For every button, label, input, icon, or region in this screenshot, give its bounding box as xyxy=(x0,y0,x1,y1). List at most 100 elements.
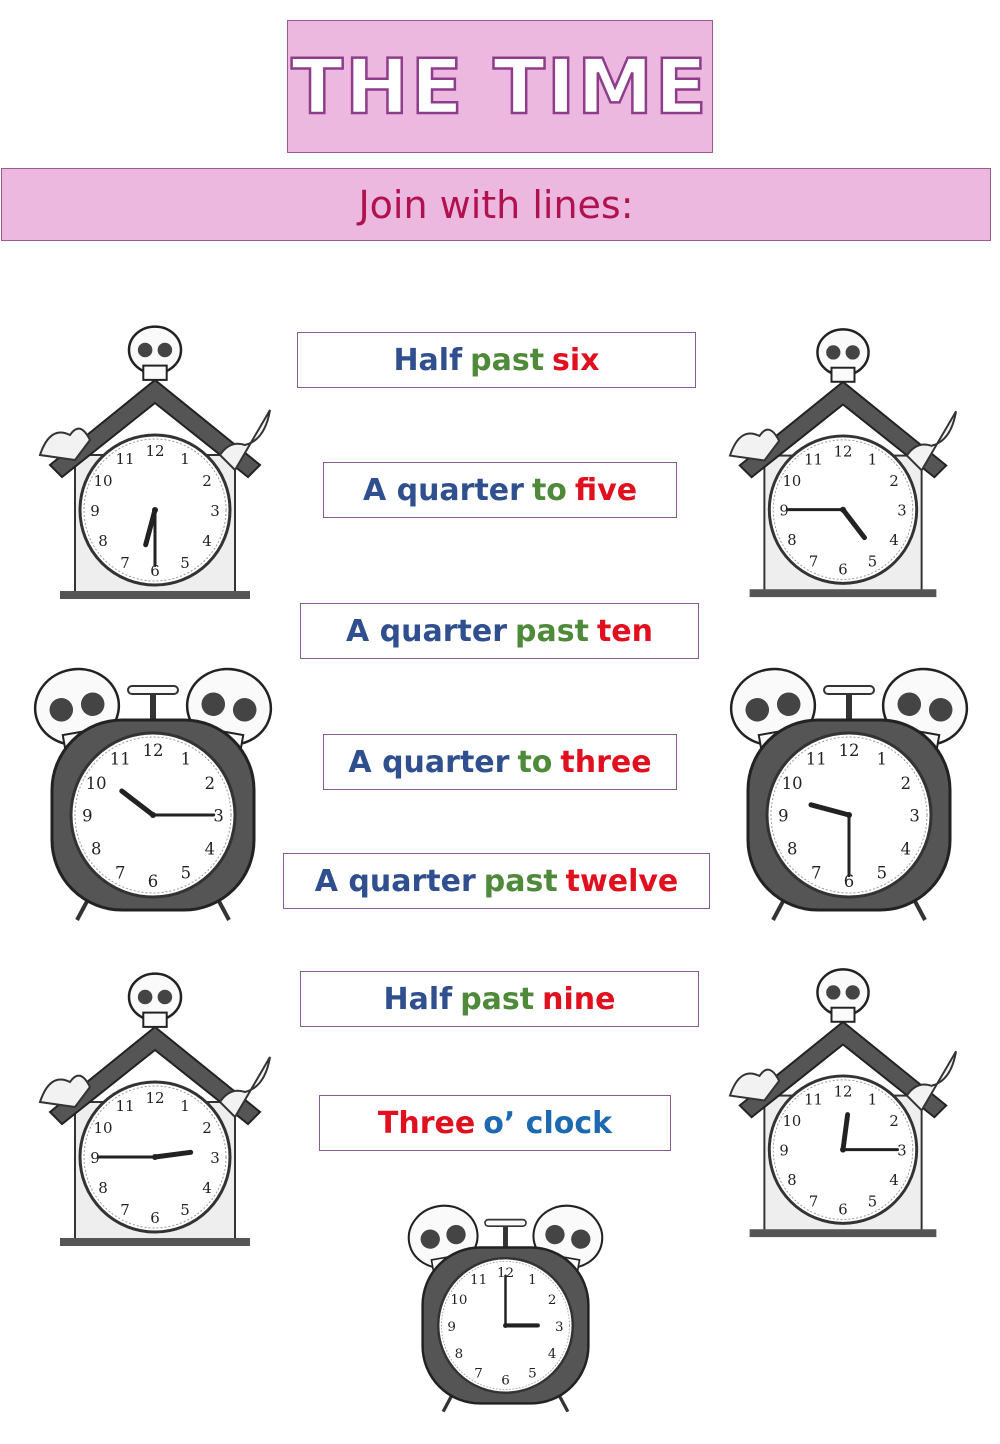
alarm-clock[interactable]: 12 1 2 3 4 5 6 7 8 9 10 11 xyxy=(718,652,980,922)
title-banner: THE TIME xyxy=(287,20,713,153)
dial-number: 6 xyxy=(148,872,158,891)
dial-number: 10 xyxy=(782,774,803,793)
dial-number: 6 xyxy=(838,562,847,579)
label-word: Half xyxy=(393,342,463,378)
dial-number: 5 xyxy=(181,863,191,882)
alarm-clock[interactable]: 12 1 2 3 4 5 6 7 8 9 10 11 xyxy=(398,1185,613,1420)
dial-number: 4 xyxy=(889,1172,898,1189)
dial-number: 11 xyxy=(804,1091,823,1108)
dial-number: 10 xyxy=(783,1113,802,1130)
label-word: to xyxy=(517,744,553,780)
skull-icon xyxy=(816,968,870,1023)
dial-number: 7 xyxy=(809,554,818,571)
dial-number: 4 xyxy=(202,1179,212,1197)
dial-number: 5 xyxy=(868,1194,877,1211)
dial-number: 1 xyxy=(181,750,191,769)
dial-number: 3 xyxy=(897,1143,906,1160)
dial-number: 1 xyxy=(868,451,877,468)
clock-drawing: 12 12 3 45 6 78 9 1011 xyxy=(728,328,957,598)
clock-base xyxy=(60,1238,250,1246)
dial-number: 12 xyxy=(839,741,860,760)
dial-number: 8 xyxy=(787,1172,796,1189)
dial-number: 4 xyxy=(889,532,898,549)
dial-number: 9 xyxy=(90,1149,100,1167)
dial-number: 6 xyxy=(838,1202,847,1219)
time-label[interactable]: A quarter to three xyxy=(323,734,677,790)
dial-number: 3 xyxy=(210,1149,220,1167)
dial-number: 4 xyxy=(901,839,911,858)
dial-number: 8 xyxy=(455,1347,464,1362)
dial-number: 3 xyxy=(897,503,906,520)
dial-number: 12 xyxy=(143,741,164,760)
dial-number: 10 xyxy=(93,1119,112,1137)
label-word: o’ clock xyxy=(483,1105,613,1141)
label-word: A quarter xyxy=(346,613,508,649)
dial-number: 5 xyxy=(868,554,877,571)
dial-number: 2 xyxy=(889,473,898,490)
dial-number: 11 xyxy=(470,1273,487,1288)
dial-number: 5 xyxy=(528,1366,537,1381)
label-word: Three xyxy=(377,1105,476,1141)
dial-number: 4 xyxy=(205,839,215,858)
dial-number: 2 xyxy=(889,1113,898,1130)
dial-number: 11 xyxy=(115,450,134,468)
dial-number: 7 xyxy=(474,1366,483,1381)
time-label[interactable]: A quarter to five xyxy=(323,462,677,518)
time-label[interactable]: A quarter past ten xyxy=(300,603,699,659)
dial-number: 4 xyxy=(202,532,212,550)
label-word: A quarter xyxy=(314,863,476,899)
dial-number: 12 xyxy=(834,1084,853,1101)
cuckoo-clock[interactable]: 12 1 2 3 4 5 6 7 8 9 10 11 xyxy=(718,318,968,603)
label-word: to xyxy=(531,472,567,508)
time-label[interactable]: A quarter past twelve xyxy=(283,853,710,909)
skull-icon xyxy=(816,328,870,383)
dial-number: 9 xyxy=(447,1320,456,1335)
label-word: Half xyxy=(383,981,453,1017)
label-word: A quarter xyxy=(362,472,524,508)
dial-number: 8 xyxy=(98,532,108,550)
dial-number: 2 xyxy=(202,472,212,490)
dial-number: 3 xyxy=(210,502,220,520)
dial-number: 6 xyxy=(150,1209,160,1227)
label-word: A quarter xyxy=(348,744,510,780)
label-word: twelve xyxy=(565,863,679,899)
dial-number: 1 xyxy=(528,1273,537,1288)
dial-number: 2 xyxy=(205,774,215,793)
dial-number: 11 xyxy=(115,1097,134,1115)
skull-icon xyxy=(127,972,183,1028)
dial-number: 7 xyxy=(120,1201,130,1219)
label-word: nine xyxy=(542,981,616,1017)
dial-number: 2 xyxy=(548,1293,557,1308)
label-word: six xyxy=(552,342,600,378)
dial-number: 2 xyxy=(202,1119,212,1137)
dial-number: 11 xyxy=(804,451,823,468)
dial-number: 8 xyxy=(787,532,796,549)
dial-number: 9 xyxy=(90,502,100,520)
dial-number: 10 xyxy=(783,473,802,490)
dial-number: 3 xyxy=(909,807,919,826)
dial-number: 2 xyxy=(901,774,911,793)
cuckoo-clock[interactable]: 12 1 2 3 4 5 6 7 8 9 10 11 xyxy=(30,962,280,1252)
dial-number: 9 xyxy=(82,807,92,826)
dial-number: 10 xyxy=(93,472,112,490)
dial-number: 5 xyxy=(877,863,887,882)
instruction-text: Join with lines: xyxy=(358,182,634,227)
dial-number: 10 xyxy=(86,774,107,793)
time-label[interactable]: Half past nine xyxy=(300,971,699,1027)
label-word: three xyxy=(560,744,652,780)
dial-number: 9 xyxy=(779,1143,788,1160)
cuckoo-clock[interactable]: 12 1 2 3 4 5 6 7 8 9 10 11 xyxy=(718,958,968,1243)
dial-number: 3 xyxy=(555,1320,564,1335)
label-word: ten xyxy=(596,613,653,649)
cuckoo-clock[interactable]: 12 1 2 3 4 5 6 7 8 9 10 11 xyxy=(30,315,280,605)
dial-number: 7 xyxy=(811,863,821,882)
clock-drawing: 12 12 3 45 6 78 9 1011 xyxy=(33,667,273,921)
dial-number: 3 xyxy=(213,807,223,826)
instruction-banner: Join with lines: xyxy=(1,168,991,241)
time-label[interactable]: Three o’ clock xyxy=(319,1095,671,1151)
time-label[interactable]: Half past six xyxy=(297,332,696,388)
alarm-clock[interactable]: 12 1 2 3 4 5 6 7 8 9 10 11 xyxy=(22,652,284,922)
dial-number: 12 xyxy=(834,444,853,461)
dial-number: 7 xyxy=(120,554,130,572)
clock-drawing: 12 12 3 45 6 78 9 1011 xyxy=(38,972,271,1246)
